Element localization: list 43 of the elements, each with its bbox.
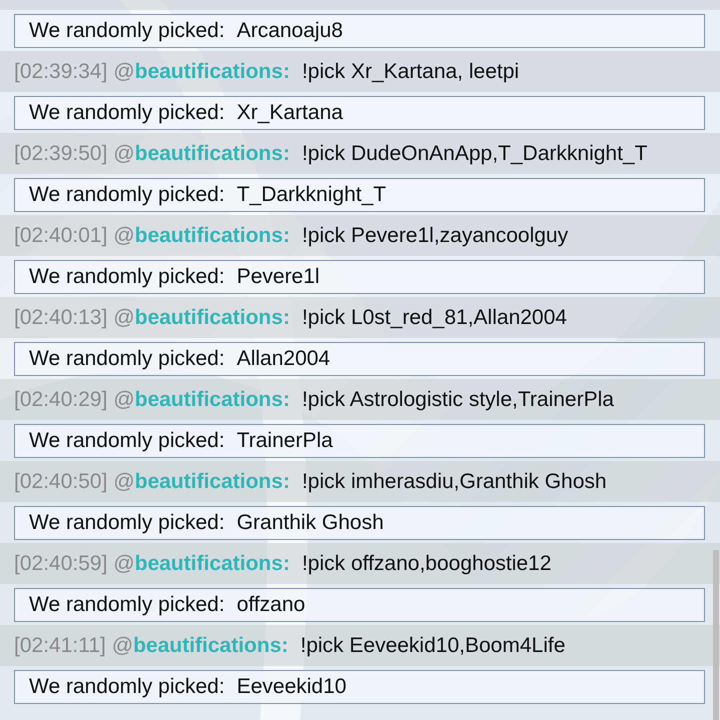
timestamp: [02:40:29] — [14, 388, 108, 412]
picked-name: Xr_Kartana — [236, 100, 343, 124]
reply-label: We randomly picked: — [29, 18, 225, 42]
reply-label: We randomly picked: — [29, 592, 225, 616]
username: @beautifications: — [112, 634, 288, 658]
timestamp: [02:40:59] — [14, 552, 108, 576]
message-text: !pick Xr_Kartana, leetpi — [302, 60, 520, 84]
reply-label: We randomly picked: — [29, 100, 225, 124]
scrollbar-thumb[interactable] — [713, 550, 719, 720]
message-text: !pick Eeveekid10,Boom4Life — [300, 634, 566, 658]
username: @beautifications: — [113, 224, 290, 248]
picked-name: TrainerPla — [236, 428, 333, 452]
picked-name: Allan2004 — [236, 346, 330, 370]
timestamp: [02:40:50] — [14, 470, 108, 494]
timestamp: [02:40:01] — [14, 224, 108, 248]
picked-name: T_Darkknight_T — [236, 182, 386, 206]
picked-name: Arcanoaju8 — [236, 18, 343, 42]
message-text: !pick DudeOnAnApp,T_Darkknight_T — [302, 142, 648, 166]
username: @beautifications: — [113, 388, 290, 412]
message-text: !pick Astrologistic style,TrainerPla — [302, 388, 614, 412]
reply-label: We randomly picked: — [29, 428, 225, 452]
reply-label: We randomly picked: — [29, 182, 225, 206]
message-text: !pick Pevere1l,zayancoolguy — [302, 224, 568, 248]
picked-name: offzano — [236, 592, 306, 616]
username: @beautifications: — [113, 552, 290, 576]
username: @beautifications: — [113, 60, 290, 84]
message-text: !pick offzano,booghostie12 — [302, 552, 552, 576]
timestamp: [02:40:13] — [14, 306, 108, 330]
timestamp: [02:39:34] — [14, 60, 108, 84]
username: @beautifications: — [113, 306, 290, 330]
message-text: !pick L0st_red_81,Allan2004 — [302, 306, 567, 330]
reply-label: We randomly picked: — [29, 264, 225, 288]
message-text: !pick imherasdiu,Granthik Ghosh — [302, 470, 607, 494]
reply-label: We randomly picked: — [29, 510, 225, 534]
username: @beautifications: — [113, 470, 290, 494]
reply-label: We randomly picked: — [29, 346, 225, 370]
picked-name: Eeveekid10 — [236, 674, 346, 698]
picked-name: Granthik Ghosh — [236, 510, 384, 534]
reply-label: We randomly picked: — [29, 674, 225, 698]
username: @beautifications: — [113, 142, 290, 166]
timestamp: [02:41:11] — [14, 634, 106, 658]
picked-name: Pevere1l — [236, 264, 320, 288]
timestamp: [02:39:50] — [14, 142, 108, 166]
